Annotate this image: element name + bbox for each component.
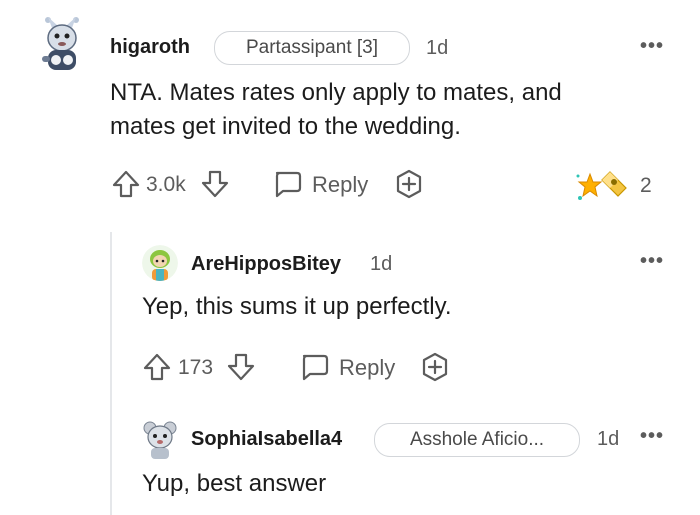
timestamp[interactable]: 1d xyxy=(370,253,392,276)
more-options-icon[interactable]: ••• xyxy=(640,250,664,273)
comment-body: Yep, this sums it up perfectly. xyxy=(142,293,452,320)
reply-label: Reply xyxy=(339,355,396,380)
upvote-icon[interactable] xyxy=(141,351,173,383)
timestamp[interactable]: 1d xyxy=(426,37,448,60)
comment-body-line: NTA. Mates rates only apply to mates, an… xyxy=(110,79,562,106)
avatar[interactable] xyxy=(38,14,86,76)
thread-line[interactable] xyxy=(110,232,112,515)
vote-count: 173 xyxy=(178,356,214,379)
reply-bubble-icon xyxy=(298,351,330,383)
add-award-icon[interactable] xyxy=(419,351,451,383)
downvote-icon[interactable] xyxy=(199,168,231,200)
username[interactable]: higaroth xyxy=(110,36,190,59)
username[interactable]: SophiaIsabella4 xyxy=(191,428,342,451)
username[interactable]: AreHipposBitey xyxy=(191,253,341,276)
user-flair: Partassipant [3] xyxy=(214,31,410,65)
comment-body: NTA. Mates rates only apply to mates, an… xyxy=(110,76,562,144)
award-icon[interactable] xyxy=(574,168,638,202)
user-flair: Asshole Aficio... xyxy=(374,423,580,457)
add-award-icon[interactable] xyxy=(393,168,425,200)
more-options-icon[interactable]: ••• xyxy=(640,425,664,448)
more-options-icon[interactable]: ••• xyxy=(640,35,664,58)
award-count: 2 xyxy=(640,174,652,197)
downvote-icon[interactable] xyxy=(225,351,257,383)
avatar[interactable] xyxy=(142,245,178,281)
timestamp[interactable]: 1d xyxy=(597,428,619,451)
avatar[interactable] xyxy=(142,420,178,460)
reply-label: Reply xyxy=(312,172,369,197)
comment-body: Yup, best answer xyxy=(142,470,327,497)
reply-button[interactable]: Reply xyxy=(298,349,398,385)
reply-bubble-icon xyxy=(271,168,303,200)
comment-body-line: mates get invited to the wedding. xyxy=(110,113,461,140)
vote-count: 3.0k xyxy=(146,173,186,196)
reply-button[interactable]: Reply xyxy=(271,166,371,202)
upvote-icon[interactable] xyxy=(110,168,142,200)
